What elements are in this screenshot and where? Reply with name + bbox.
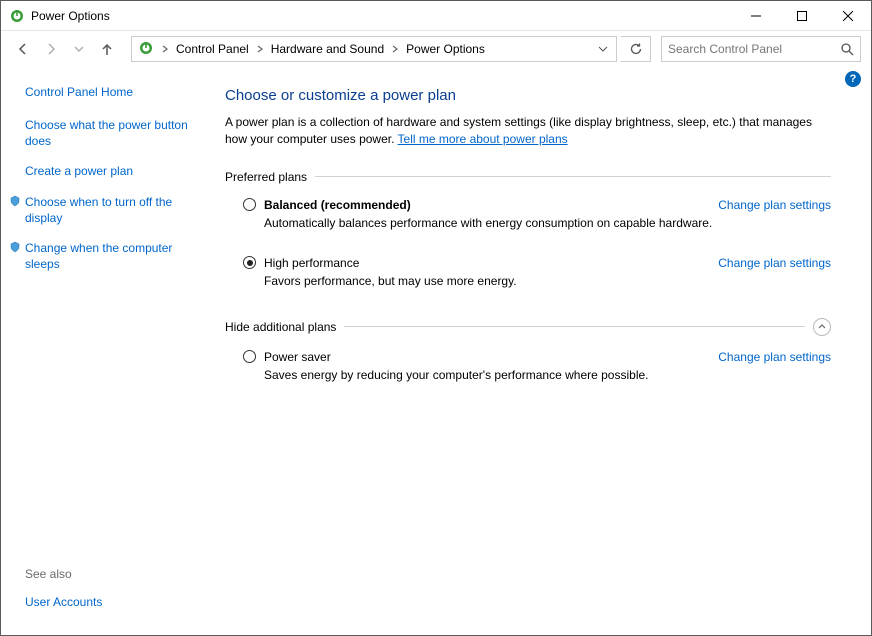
navigation-bar: Control Panel Hardware and Sound Power O…	[1, 31, 871, 67]
group-label: Preferred plans	[225, 170, 307, 184]
plan-power-saver: Power saver Change plan settings Saves e…	[225, 346, 831, 390]
divider	[344, 326, 805, 327]
radio-balanced[interactable]	[243, 198, 256, 211]
radio-high-performance[interactable]	[243, 256, 256, 269]
page-heading: Choose or customize a power plan	[225, 87, 831, 104]
sidebar-task-turn-off-display[interactable]: Choose when to turn off the display	[25, 194, 201, 226]
search-input[interactable]: Search Control Panel	[661, 36, 861, 62]
radio-power-saver[interactable]	[243, 350, 256, 363]
forward-button[interactable]	[39, 37, 63, 61]
plan-description: Automatically balances performance with …	[264, 216, 831, 230]
plan-high-performance: High performance Change plan settings Fa…	[225, 252, 831, 296]
plan-name[interactable]: High performance	[264, 256, 359, 270]
shield-icon	[9, 241, 21, 253]
plan-balanced: Balanced (recommended) Change plan setti…	[225, 194, 831, 238]
plan-description: Favors performance, but may use more ene…	[264, 274, 831, 288]
sidebar-task-computer-sleeps[interactable]: Change when the computer sleeps	[25, 240, 201, 272]
sidebar-task-label: Choose when to turn off the display	[25, 195, 172, 225]
address-bar[interactable]: Control Panel Hardware and Sound Power O…	[131, 36, 617, 62]
search-icon	[840, 43, 854, 56]
power-options-icon	[9, 8, 25, 24]
maximize-button[interactable]	[779, 1, 825, 30]
window-controls	[733, 1, 871, 30]
minimize-button[interactable]	[733, 1, 779, 30]
address-dropdown-button[interactable]	[594, 44, 612, 54]
learn-more-link[interactable]: Tell me more about power plans	[398, 132, 568, 146]
divider	[315, 176, 831, 177]
recent-locations-button[interactable]	[67, 37, 91, 61]
search-placeholder: Search Control Panel	[668, 42, 840, 56]
titlebar: Power Options	[1, 1, 871, 31]
see-also-heading: See also	[25, 567, 201, 581]
page-description: A power plan is a collection of hardware…	[225, 114, 831, 148]
chevron-right-icon[interactable]	[253, 45, 267, 53]
power-options-icon	[138, 40, 154, 59]
change-plan-settings-link[interactable]: Change plan settings	[718, 256, 831, 270]
main-area: Control Panel Home Choose what the power…	[1, 67, 871, 635]
change-plan-settings-link[interactable]: Change plan settings	[718, 198, 831, 212]
breadcrumb-segment[interactable]: Control Panel	[172, 37, 253, 61]
preferred-plans-group: Preferred plans Balanced (recommended) C…	[225, 170, 831, 296]
sidebar: Control Panel Home Choose what the power…	[1, 67, 215, 635]
chevron-right-icon[interactable]	[158, 45, 172, 53]
sidebar-task-label: Change when the computer sleeps	[25, 241, 172, 271]
change-plan-settings-link[interactable]: Change plan settings	[718, 350, 831, 364]
up-button[interactable]	[95, 37, 119, 61]
window-title: Power Options	[31, 9, 110, 23]
sidebar-task-create-plan[interactable]: Create a power plan	[25, 163, 201, 179]
see-also-user-accounts-link[interactable]: User Accounts	[25, 595, 201, 609]
refresh-button[interactable]	[621, 36, 651, 62]
chevron-right-icon[interactable]	[388, 45, 402, 53]
shield-icon	[9, 195, 21, 207]
group-header-additional[interactable]: Hide additional plans	[225, 318, 831, 336]
additional-plans-group: Hide additional plans Power saver Change…	[225, 318, 831, 390]
breadcrumb-segment[interactable]: Power Options	[402, 37, 489, 61]
plan-name[interactable]: Power saver	[264, 350, 331, 364]
sidebar-task-label: Create a power plan	[25, 164, 133, 178]
collapse-button[interactable]	[813, 318, 831, 336]
plan-name[interactable]: Balanced (recommended)	[264, 198, 411, 212]
back-button[interactable]	[11, 37, 35, 61]
help-icon[interactable]: ?	[845, 71, 861, 87]
content-pane: ? Choose or customize a power plan A pow…	[215, 67, 871, 635]
sidebar-task-label: Choose what the power button does	[25, 118, 188, 148]
group-header-preferred: Preferred plans	[225, 170, 831, 184]
sidebar-task-power-button[interactable]: Choose what the power button does	[25, 117, 201, 149]
group-label: Hide additional plans	[225, 320, 336, 334]
plan-description: Saves energy by reducing your computer's…	[264, 368, 831, 382]
breadcrumb-segment[interactable]: Hardware and Sound	[267, 37, 388, 61]
close-button[interactable]	[825, 1, 871, 30]
control-panel-home-link[interactable]: Control Panel Home	[25, 85, 201, 99]
